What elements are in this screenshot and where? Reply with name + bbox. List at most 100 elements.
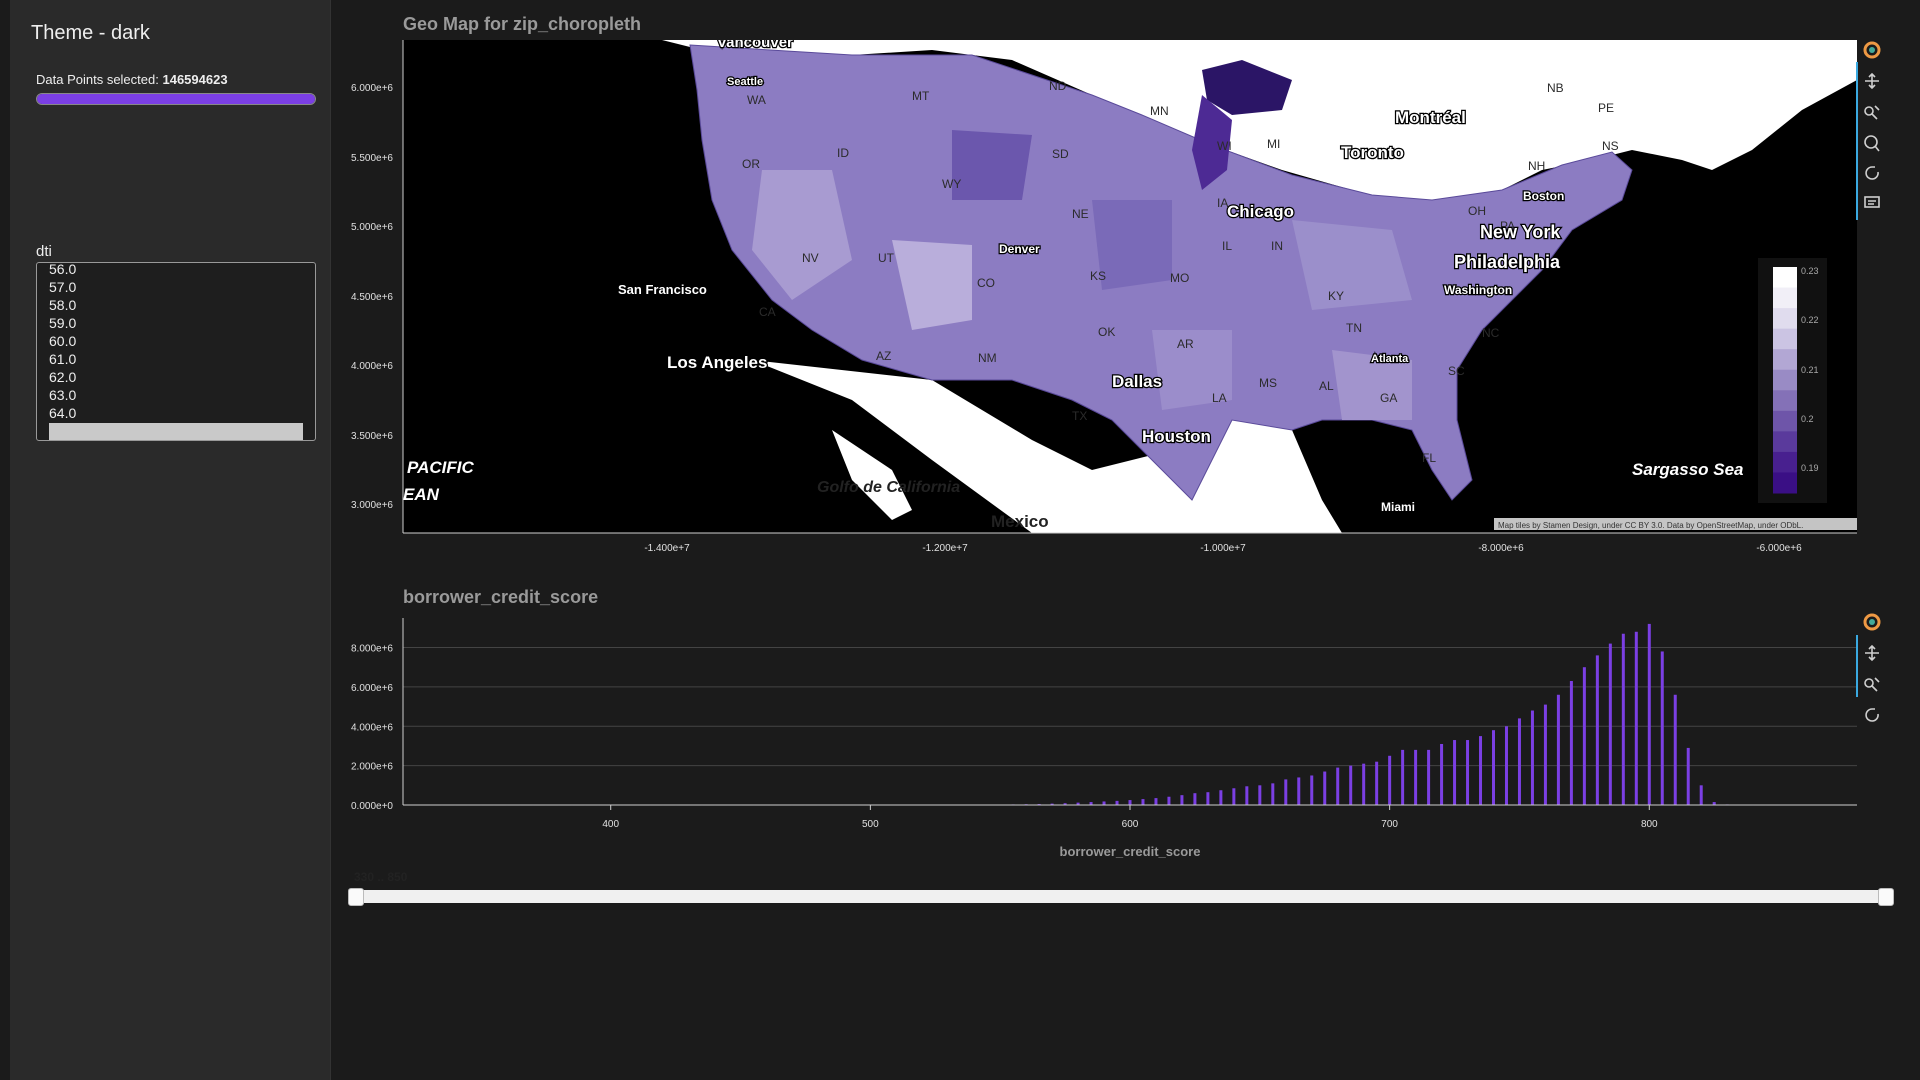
label-san-francisco: San Francisco (618, 282, 707, 297)
histogram-bar (1141, 799, 1145, 805)
label-tn: TN (1346, 321, 1362, 335)
hist-y-ticks: 8.000e+6 6.000e+6 4.000e+6 2.000e+6 0.000e+0 (351, 644, 393, 812)
map-attribution[interactable]: Map tiles by Stamen Design, under CC BY … (1498, 521, 1803, 530)
hist-ytick: 4.000e+6 (351, 722, 393, 733)
histogram-bar (1115, 800, 1119, 805)
histogram-bar (1634, 631, 1638, 805)
histogram-plot[interactable]: 8.000e+6 6.000e+6 4.000e+6 2.000e+6 0.000e+0… (332, 605, 1920, 885)
dti-option[interactable]: 61.0 (37, 350, 315, 368)
histogram-bar (1284, 779, 1288, 805)
geo-map-plot[interactable]: WA MT ND MN OR ID SD WY WI MI NB PE NS N… (332, 0, 1920, 570)
colorbar-swatch (1773, 287, 1797, 309)
range-slider-track[interactable] (354, 890, 1886, 903)
map-toolbar (1856, 41, 1881, 220)
range-slider-handle-min[interactable] (348, 888, 364, 906)
label-al: AL (1319, 379, 1334, 393)
dti-option[interactable]: 56.0 (37, 263, 315, 278)
label-nc: NC (1482, 326, 1500, 340)
label-pe: PE (1598, 101, 1614, 115)
colorbar-swatch (1773, 349, 1797, 371)
dti-option[interactable]: 60.0 (37, 332, 315, 350)
label-ne: NE (1072, 207, 1089, 221)
dti-option[interactable]: 63.0 (37, 386, 315, 404)
pan-icon[interactable] (1865, 72, 1879, 90)
dti-option[interactable]: 62.0 (37, 368, 315, 386)
histogram-bar (1608, 643, 1612, 805)
label-pacific: PACIFIC (407, 458, 474, 477)
label-fl: FL (1422, 451, 1436, 465)
label-houston: Houston (1142, 427, 1211, 446)
map-xtick-0: -1.400e+7 (644, 543, 690, 554)
range-slider-handle-max[interactable] (1878, 888, 1894, 906)
hist-x-ticks: 400 500 600 700 800 (602, 805, 1658, 830)
label-mo: MO (1170, 271, 1189, 285)
colorbar-swatch (1773, 390, 1797, 412)
histogram-bar (1388, 755, 1392, 805)
hover-icon[interactable] (1864, 196, 1880, 208)
label-toronto: Toronto (1341, 143, 1404, 162)
histogram-bar (1479, 736, 1483, 805)
hist-xtick: 600 (1122, 819, 1139, 830)
colorbar-tick-1: 0.22 (1801, 315, 1819, 325)
dti-option[interactable]: 58.0 (37, 296, 315, 314)
label-gulf-of-mexico: Gulf of Mexico (1167, 504, 1284, 523)
hist-ytick: 8.000e+6 (351, 644, 393, 655)
label-sc: SC (1448, 364, 1465, 378)
label-dallas: Dallas (1112, 372, 1162, 391)
label-los-angeles: Los Angeles (667, 353, 767, 372)
dti-option[interactable]: 57.0 (37, 278, 315, 296)
label-ks: KS (1090, 269, 1106, 283)
dti-option[interactable]: 59.0 (37, 314, 315, 332)
histogram-bar (1427, 749, 1431, 805)
bokeh-logo-icon[interactable] (1863, 613, 1881, 631)
label-il: IL (1222, 239, 1232, 253)
histogram-bar (1699, 785, 1703, 805)
box-zoom-icon[interactable] (1864, 105, 1880, 120)
dti-multiselect[interactable]: 56.0 57.0 58.0 59.0 60.0 61.0 62.0 63.0 64.0 (36, 262, 316, 441)
map-ytick-2: 5.000e+6 (351, 222, 393, 233)
histogram-bar (1543, 704, 1547, 805)
pan-icon[interactable] (1865, 644, 1879, 662)
histogram-bar (1219, 790, 1223, 805)
label-seattle: Seattle (727, 76, 763, 88)
histogram-bar (1297, 777, 1301, 805)
histogram-bar (1595, 655, 1599, 805)
label-nv: NV (802, 251, 819, 265)
dti-option[interactable]: 64.0 (37, 404, 315, 422)
label-montreal: Montréal (1395, 108, 1466, 127)
bokeh-logo-icon[interactable] (1863, 41, 1881, 59)
histogram-bar (1569, 680, 1573, 805)
histogram-bar (1167, 796, 1171, 805)
hist-ytick: 0.000e+0 (351, 801, 393, 812)
histogram-bar (1414, 749, 1418, 805)
colorbar-swatch (1773, 431, 1797, 453)
label-philadelphia: Philadelphia (1454, 252, 1561, 272)
label-ocean: EAN (403, 485, 440, 504)
hist-x-label: borrower_credit_score (1060, 844, 1201, 859)
histogram-bar (1362, 763, 1366, 805)
colorbar-swatch (1773, 267, 1797, 289)
map-xtick-4: -6.000e+6 (1756, 543, 1802, 554)
histogram-bar (1375, 761, 1379, 805)
dti-scrollbar[interactable] (49, 423, 303, 440)
label-new-york: New York (1480, 222, 1561, 242)
label-id: ID (837, 146, 849, 160)
histogram-bar (1517, 718, 1521, 805)
data-points-label: Data Points selected: (36, 72, 159, 87)
reset-icon[interactable] (1865, 166, 1879, 180)
colorbar-tick-4: 0.19 (1801, 463, 1819, 473)
label-wa: WA (747, 93, 766, 107)
map-xtick-1: -1.200e+7 (922, 543, 968, 554)
box-zoom-icon[interactable] (1864, 677, 1880, 692)
hist-xtick: 700 (1381, 819, 1398, 830)
label-chicago: Chicago (1227, 202, 1294, 221)
label-ns: NS (1602, 139, 1619, 153)
label-atlanta: Atlanta (1371, 353, 1409, 365)
hist-ytick: 6.000e+6 (351, 683, 393, 694)
reset-icon[interactable] (1865, 708, 1879, 722)
histogram-bar (1245, 786, 1249, 805)
label-az: AZ (876, 349, 891, 363)
histogram-bar (1504, 726, 1508, 805)
wheel-zoom-icon[interactable] (1864, 135, 1880, 152)
label-nb: NB (1547, 81, 1564, 95)
